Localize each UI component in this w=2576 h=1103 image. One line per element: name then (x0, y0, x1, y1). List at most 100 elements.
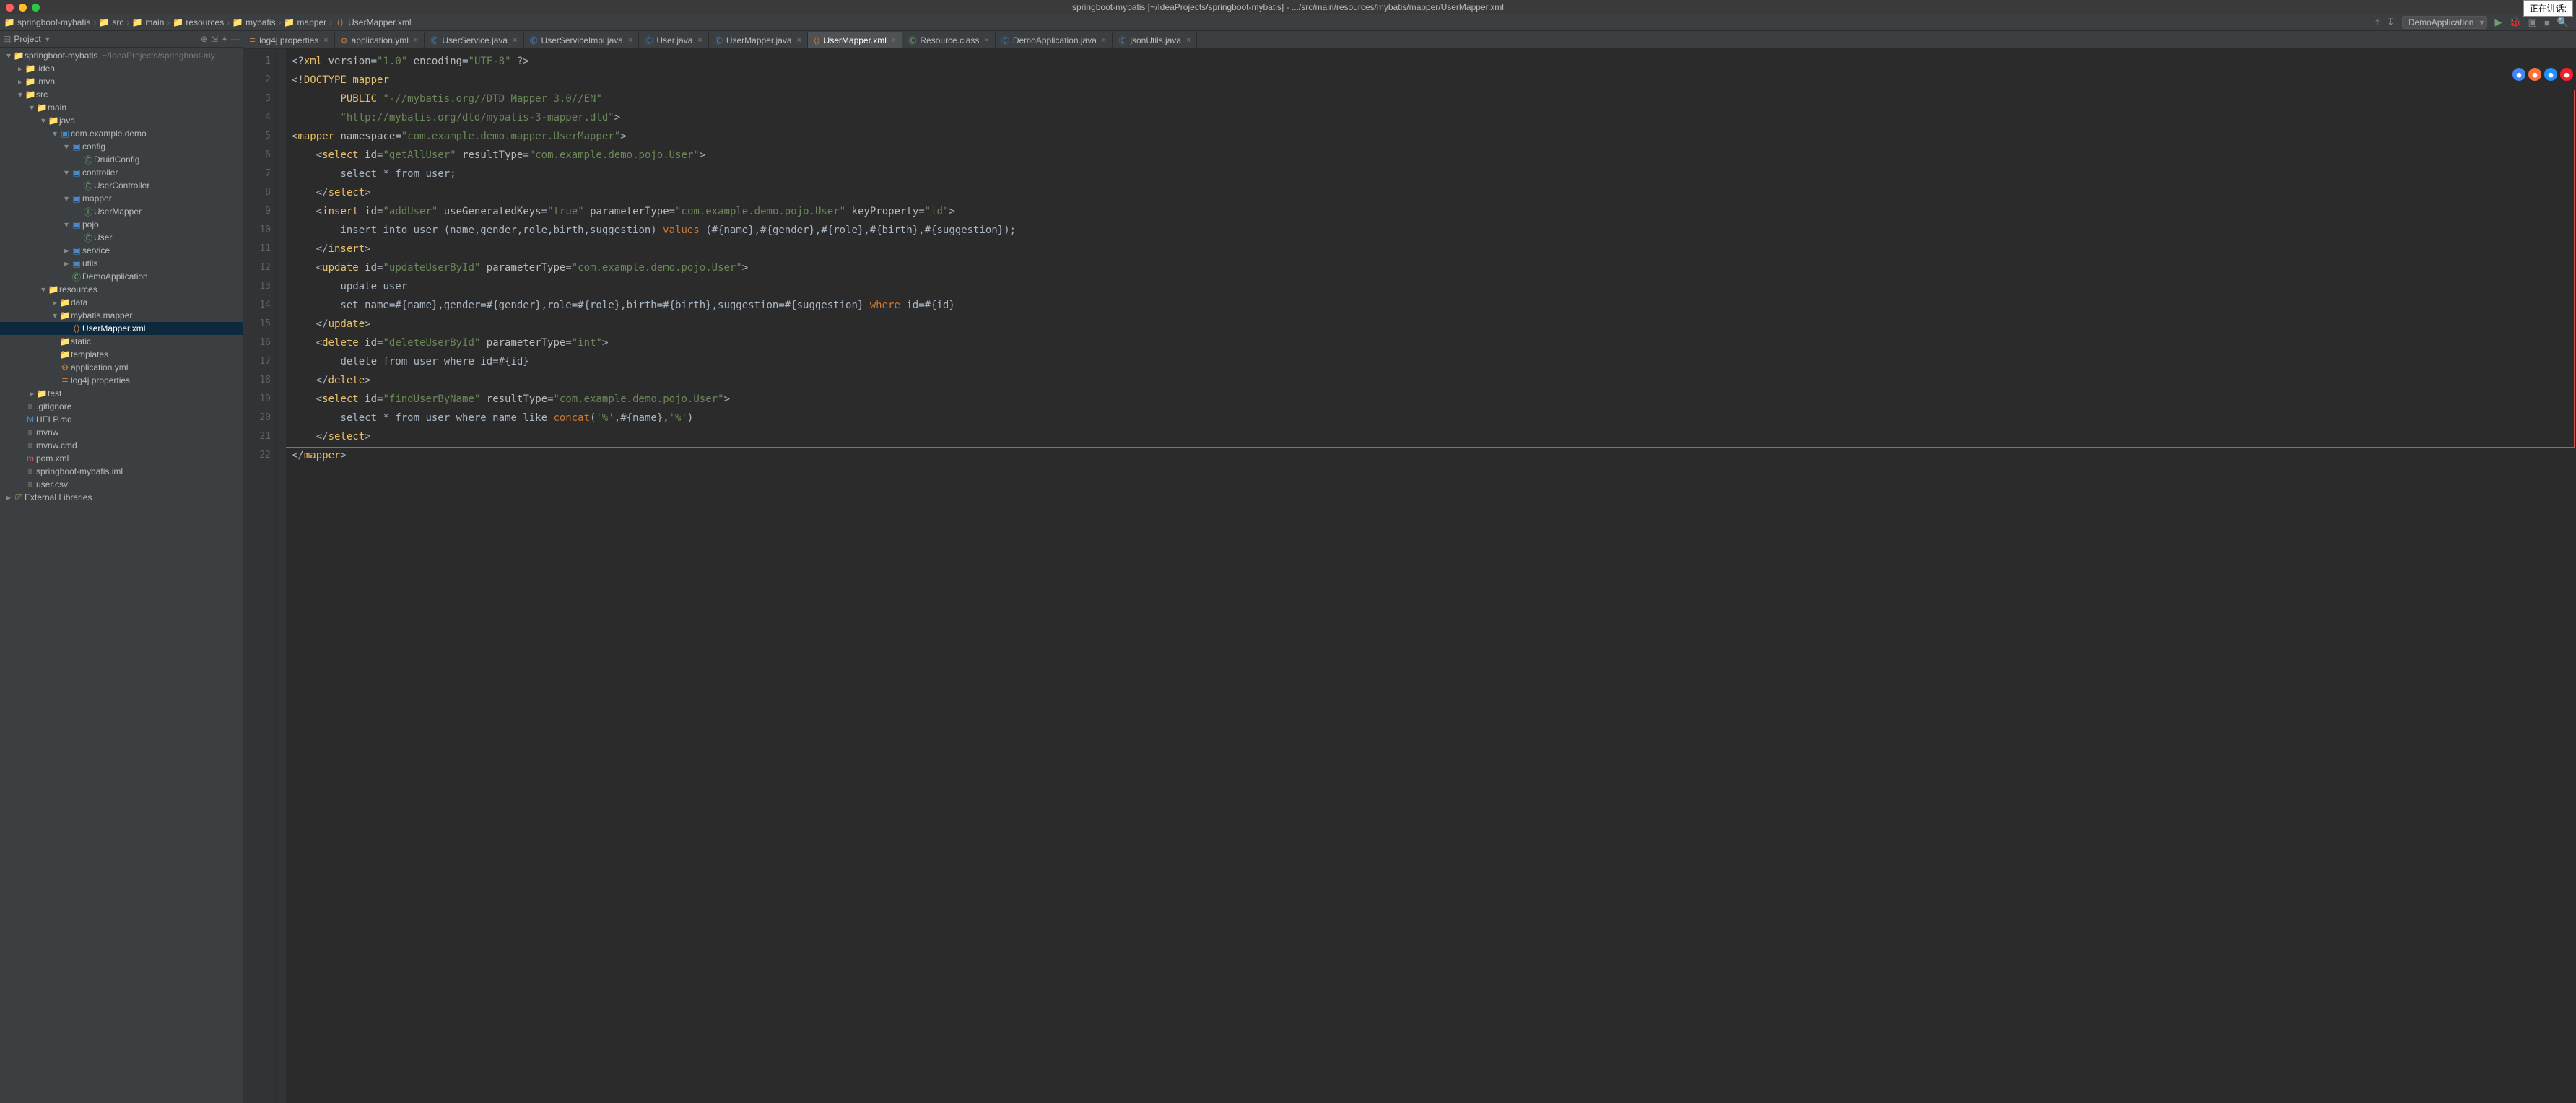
editor-tab[interactable]: ⒸResource.class× (902, 32, 995, 48)
debug-icon[interactable]: 🐞 (2509, 17, 2520, 28)
code-line[interactable]: </select> (292, 183, 2576, 202)
code-line[interactable]: <mapper namespace="com.example.demo.mapp… (292, 127, 2576, 146)
search-icon[interactable]: 🔍 (2557, 17, 2569, 28)
code-line[interactable]: insert into user (name,gender,role,birth… (292, 221, 2576, 240)
tree-row[interactable]: ▸▣service (0, 244, 243, 257)
code-line[interactable]: PUBLIC "-//mybatis.org//DTD Mapper 3.0//… (292, 90, 2576, 108)
expand-all-icon[interactable]: ⇲ (211, 34, 218, 44)
close-icon[interactable]: × (1102, 36, 1106, 45)
project-tree[interactable]: ▾📁springboot-mybatis~/IdeaProjects/sprin… (0, 48, 243, 1103)
close-icon[interactable]: × (984, 36, 988, 45)
tree-row[interactable]: ▸▣utils (0, 257, 243, 270)
close-icon[interactable]: × (697, 36, 702, 45)
run-icon[interactable]: ▶ (2494, 17, 2502, 28)
tree-row[interactable]: ▸📁.idea (0, 62, 243, 75)
chrome-icon[interactable]: ● (2512, 68, 2525, 81)
close-icon[interactable]: × (1186, 36, 1191, 45)
editor-tab[interactable]: ⒸUser.java× (639, 32, 708, 48)
tree-row[interactable]: ▸📁.mvn (0, 75, 243, 88)
tree-row[interactable]: ⒸDruidConfig (0, 153, 243, 166)
close-icon[interactable]: × (323, 36, 328, 45)
code-line[interactable]: </mapper> (292, 446, 2576, 465)
code-line[interactable]: update user (292, 277, 2576, 296)
add-config-icon[interactable]: ⤒ (2375, 17, 2380, 28)
tree-row[interactable]: ▾▣mapper (0, 192, 243, 205)
breadcrumb-item[interactable]: 📁resources (173, 17, 224, 27)
tree-row[interactable]: ▾📁java (0, 114, 243, 127)
breadcrumb-item[interactable]: 📁src (99, 17, 123, 27)
close-icon[interactable]: × (513, 36, 517, 45)
code-line[interactable]: delete from user where id=#{id} (292, 352, 2576, 371)
code-line[interactable]: </select> (292, 427, 2576, 446)
close-icon[interactable]: × (797, 36, 801, 45)
close-icon[interactable]: × (628, 36, 632, 45)
tree-row[interactable]: ⒸDemoApplication (0, 270, 243, 283)
select-opened-file-icon[interactable]: ⊕ (201, 34, 208, 44)
fold-gutter[interactable] (276, 49, 286, 1103)
minimize-window-button[interactable] (19, 4, 27, 12)
safari-icon[interactable]: ● (2544, 68, 2557, 81)
tree-row[interactable]: 📁static (0, 335, 243, 348)
tree-row[interactable]: ▸📁test (0, 387, 243, 400)
code-line[interactable]: </update> (292, 315, 2576, 333)
tree-row[interactable]: ▾▣config (0, 140, 243, 153)
tree-row[interactable]: ⒾUserMapper (0, 205, 243, 218)
tree-row[interactable]: ⒸUser (0, 231, 243, 244)
tree-row[interactable]: ▾▣controller (0, 166, 243, 179)
tree-row[interactable]: ≡user.csv (0, 478, 243, 491)
tree-row[interactable]: MHELP.md (0, 413, 243, 426)
breadcrumb-item[interactable]: 📁main (132, 17, 164, 27)
breadcrumb-item[interactable]: 📁mapper (284, 17, 326, 27)
tree-row[interactable]: ▾📁mybatis.mapper (0, 309, 243, 322)
tree-row[interactable]: ▸📁data (0, 296, 243, 309)
tree-row[interactable]: ▾📁src (0, 88, 243, 101)
code-line[interactable]: "http://mybatis.org/dtd/mybatis-3-mapper… (292, 108, 2576, 127)
code-line[interactable]: select * from user where name like conca… (292, 409, 2576, 427)
run-config-selector[interactable]: DemoApplication (2402, 16, 2488, 29)
tree-row[interactable]: ▾📁springboot-mybatis~/IdeaProjects/sprin… (0, 49, 243, 62)
close-window-button[interactable] (6, 4, 14, 12)
tree-row[interactable]: ≡mvnw.cmd (0, 439, 243, 452)
tree-row[interactable]: ≣log4j.properties (0, 374, 243, 387)
code-editor[interactable]: <?xml version="1.0" encoding="UTF-8" ?><… (286, 49, 2576, 1103)
project-pane-title[interactable]: Project (14, 34, 49, 44)
tree-row[interactable]: mpom.xml (0, 452, 243, 465)
code-line[interactable]: <select id="getAllUser" resultType="com.… (292, 146, 2576, 165)
stop-icon[interactable]: ■ (2544, 17, 2550, 28)
tree-row[interactable]: ▾📁main (0, 101, 243, 114)
opera-icon[interactable]: ● (2560, 68, 2573, 81)
tree-row[interactable]: ⟨⟩UserMapper.xml (0, 322, 243, 335)
hide-icon[interactable]: — (231, 34, 240, 44)
tree-row[interactable]: ▾▣pojo (0, 218, 243, 231)
code-line[interactable]: <select id="findUserByName" resultType="… (292, 390, 2576, 409)
sync-icon[interactable]: ↧ (2387, 17, 2395, 28)
coverage-icon[interactable]: ▣ (2528, 17, 2537, 28)
code-line[interactable]: <delete id="deleteUserById" parameterTyp… (292, 333, 2576, 352)
code-line[interactable]: select * from user; (292, 165, 2576, 183)
tree-row[interactable]: ≡mvnw (0, 426, 243, 439)
code-line[interactable]: <?xml version="1.0" encoding="UTF-8" ?> (292, 52, 2576, 71)
close-icon[interactable]: × (892, 36, 896, 45)
breadcrumb-item[interactable]: 📁springboot-mybatis (4, 17, 90, 27)
tree-row[interactable]: ⒸUserController (0, 179, 243, 192)
tree-row[interactable]: ≡.gitignore (0, 400, 243, 413)
tree-row[interactable]: ⚙application.yml (0, 361, 243, 374)
code-line[interactable]: <update id="updateUserById" parameterTyp… (292, 258, 2576, 277)
tree-row[interactable]: ▾📁resources (0, 283, 243, 296)
zoom-window-button[interactable] (32, 4, 40, 12)
editor-tab[interactable]: ⒸUserServiceImpl.java× (524, 32, 640, 48)
breadcrumb-item[interactable]: 📁mybatis (232, 17, 275, 27)
breadcrumb-item[interactable]: ⟨⟩UserMapper.xml (335, 17, 411, 27)
collapse-all-icon[interactable]: ✶ (221, 34, 228, 44)
editor-tab[interactable]: ⒸUserMapper.java× (709, 32, 808, 48)
tree-row[interactable]: ▸⎚External Libraries (0, 491, 243, 504)
code-line[interactable]: <insert id="addUser" useGeneratedKeys="t… (292, 202, 2576, 221)
editor-tab[interactable]: ≣log4j.properties× (243, 32, 335, 48)
code-line[interactable]: <!DOCTYPE mapper (292, 71, 2576, 90)
close-icon[interactable]: × (414, 36, 418, 45)
editor-tab[interactable]: ⒸDemoApplication.java× (996, 32, 1113, 48)
editor-tab[interactable]: ⒸUserService.java× (425, 32, 523, 48)
firefox-icon[interactable]: ● (2528, 68, 2541, 81)
code-line[interactable]: </insert> (292, 240, 2576, 258)
tree-row[interactable]: ≡springboot-mybatis.iml (0, 465, 243, 478)
